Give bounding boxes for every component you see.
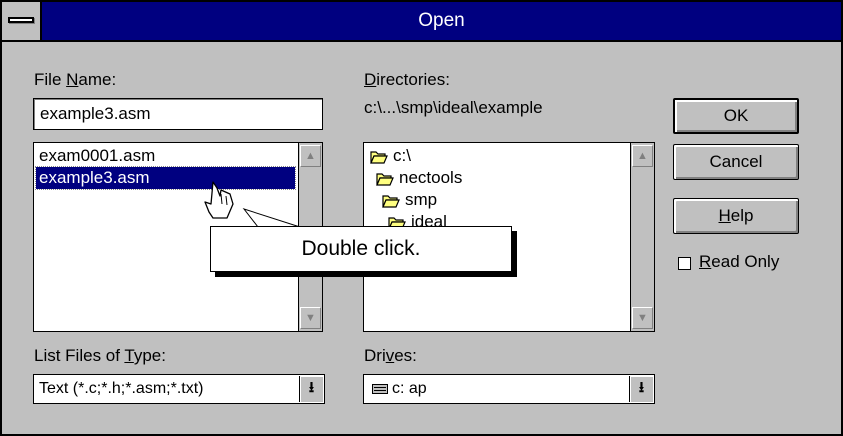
dropdown-arrow-icon[interactable]: ⭳ — [629, 376, 653, 402]
scroll-up-icon[interactable]: ▲ — [632, 145, 653, 167]
read-only-checkbox[interactable] — [678, 257, 691, 270]
directory-label: nectools — [399, 168, 463, 187]
file-name-value: example3.asm — [40, 104, 151, 123]
file-type-select[interactable]: Text (*.c;*.h;*.asm;*.txt) ⭳ — [33, 374, 325, 404]
list-item[interactable]: exam0001.asm — [36, 145, 295, 167]
file-name-input[interactable]: example3.asm — [33, 98, 323, 130]
file-type-label: List Files of Type: — [34, 346, 166, 365]
system-menu-icon — [8, 17, 34, 23]
directory-label: c:\ — [393, 146, 411, 165]
directory-label: smp — [405, 190, 438, 209]
list-item-selected[interactable]: example3.asm — [35, 166, 296, 190]
directory-item[interactable]: smp — [382, 189, 437, 211]
directory-item[interactable]: c:\ — [370, 145, 411, 167]
scroll-down-icon[interactable]: ▼ — [632, 307, 653, 329]
window-title: Open — [418, 10, 465, 31]
hard-drive-icon — [372, 383, 388, 394]
drives-value-wrap: c: ap — [372, 375, 427, 403]
ok-button[interactable]: OK — [673, 98, 799, 134]
drives-label: Drives: — [364, 346, 417, 365]
instruction-callout: Double click. — [210, 226, 512, 272]
file-name-label: File Name: — [34, 70, 117, 89]
open-dialog: Open File Name: example3.asm exam0001.as… — [0, 0, 843, 436]
drives-value: c: ap — [392, 380, 427, 397]
open-folder-icon — [370, 150, 388, 164]
file-type-value: Text (*.c;*.h;*.asm;*.txt) — [39, 380, 204, 397]
hand-cursor-icon — [204, 181, 234, 219]
dropdown-arrow-icon[interactable]: ⭳ — [299, 376, 323, 402]
open-folder-icon — [382, 194, 400, 208]
scroll-down-icon[interactable]: ▼ — [300, 307, 321, 329]
directories-label: Directories: — [364, 70, 450, 89]
directory-list-scrollbar[interactable]: ▲ ▼ — [630, 143, 654, 331]
drives-select[interactable]: c: ap ⭳ — [363, 374, 655, 404]
system-menu-button[interactable] — [2, 2, 42, 40]
cancel-button[interactable]: Cancel — [673, 144, 799, 180]
help-button[interactable]: Help — [673, 198, 799, 234]
read-only-label[interactable]: Read Only — [699, 252, 779, 272]
open-folder-icon — [376, 172, 394, 186]
scroll-up-icon[interactable]: ▲ — [300, 145, 321, 167]
current-directory-path: c:\...\smp\ideal\example — [364, 98, 543, 117]
title-bar[interactable]: Open — [2, 2, 841, 42]
directory-item[interactable]: nectools — [376, 167, 462, 189]
